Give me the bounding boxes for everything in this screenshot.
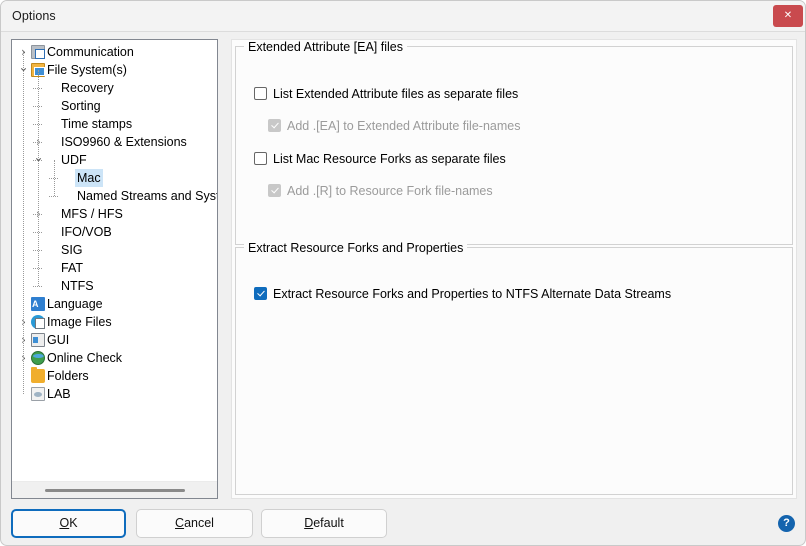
- globe-icon: [31, 351, 45, 365]
- default-accel: D: [304, 516, 314, 530]
- tree-guide-line: [23, 52, 24, 394]
- ok-rest: K: [69, 516, 78, 530]
- tree-item-communication[interactable]: › Communication: [12, 43, 217, 61]
- extract-resource-forks-group: Extract Resource Forks and Properties Ex…: [235, 241, 793, 495]
- extended-attribute-files-group: Extended Attribute [EA] files List Exten…: [235, 40, 793, 245]
- tree-item-fat[interactable]: FAT: [12, 259, 217, 277]
- tree-item-label: GUI: [47, 333, 70, 347]
- tree-item-label: Recovery: [61, 81, 114, 95]
- checkbox-label: List Mac Resource Forks as separate file…: [273, 152, 506, 166]
- checkbox[interactable]: [254, 87, 267, 100]
- tree-item-recovery[interactable]: Recovery: [12, 79, 217, 97]
- tree-item-label: Mac: [75, 169, 103, 187]
- checkbox-label: Add .[R] to Resource Fork file-names: [287, 184, 493, 198]
- tree-item-ifo-vob[interactable]: IFO/VOB: [12, 223, 217, 241]
- tree-item-folders[interactable]: Folders: [12, 367, 217, 385]
- help-button[interactable]: ?: [778, 515, 795, 532]
- options-dialog: Options ✕ › Communication ⌄ File System(s) R…: [0, 0, 806, 546]
- tree-item-label: LAB: [47, 387, 71, 401]
- ok-button[interactable]: OK: [11, 509, 126, 538]
- tree-item-udf[interactable]: ⌄ UDF: [12, 151, 217, 169]
- cancel-button[interactable]: Cancel: [136, 509, 253, 538]
- tree-item-online-check[interactable]: › Online Check: [12, 349, 217, 367]
- tree-item-label: IFO/VOB: [61, 225, 112, 239]
- tree-item-label: Sorting: [61, 99, 101, 113]
- window-title: Options: [12, 9, 56, 23]
- group-title-ea: Extended Attribute [EA] files: [244, 40, 407, 54]
- checkbox: [268, 119, 281, 132]
- checkbox[interactable]: [254, 152, 267, 165]
- tree-item-time-stamps[interactable]: Time stamps: [12, 115, 217, 133]
- cancel-accel: C: [175, 516, 185, 530]
- tree-item-label: Language: [47, 297, 103, 311]
- tree-item-language[interactable]: Language: [12, 295, 217, 313]
- tree-item-label: Named Streams and System: [77, 189, 217, 203]
- default-rest: efault: [313, 516, 344, 530]
- tree-item-label: Image Files: [47, 315, 112, 329]
- question-mark-icon: ?: [783, 517, 790, 529]
- tree-item-gui[interactable]: › GUI: [12, 331, 217, 349]
- tree-item-named-streams-and-system[interactable]: Named Streams and System: [12, 187, 217, 205]
- tree-item-file-system-s[interactable]: ⌄ File System(s): [12, 61, 217, 79]
- cancel-rest: ancel: [184, 516, 214, 530]
- tree-item-image-files[interactable]: › Image Files: [12, 313, 217, 331]
- language-icon: [31, 295, 45, 313]
- checkbox-label: Add .[EA] to Extended Attribute file-nam…: [287, 119, 521, 133]
- checkbox: [268, 184, 281, 197]
- group-title-extract: Extract Resource Forks and Properties: [244, 241, 468, 255]
- checkbox-label: Extract Resource Forks and Properties to…: [273, 287, 672, 301]
- tree-item-label: ISO9960 & Extensions: [61, 135, 187, 149]
- tree-item-ntfs[interactable]: NTFS: [12, 277, 217, 295]
- tree-horizontal-scrollbar[interactable]: [12, 481, 217, 498]
- gui-icon: [31, 333, 45, 347]
- tree-guide-line: [54, 160, 55, 196]
- tree-item-mfs-hfs[interactable]: › MFS / HFS: [12, 205, 217, 223]
- tree-item-label: File System(s): [47, 63, 127, 77]
- tree-connector: [49, 196, 58, 197]
- tree-item-sig[interactable]: SIG: [12, 241, 217, 259]
- close-button[interactable]: ✕: [773, 5, 803, 27]
- ok-accel: O: [59, 516, 70, 530]
- communication-icon: [31, 45, 45, 59]
- close-icon: ✕: [783, 10, 793, 21]
- tree-item-lab[interactable]: LAB: [12, 385, 217, 403]
- default-button[interactable]: Default: [261, 509, 387, 538]
- image-files-icon: [31, 315, 45, 329]
- tree-item-label: MFS / HFS: [61, 207, 123, 221]
- tree-rows: › Communication ⌄ File System(s) Recovery Sor…: [12, 40, 217, 403]
- tree-item-sorting[interactable]: Sorting: [12, 97, 217, 115]
- tree-item-iso9960-extensions[interactable]: › ISO9960 & Extensions: [12, 133, 217, 151]
- tree-item-label: Time stamps: [61, 117, 133, 131]
- tree-item-label: UDF: [61, 153, 87, 167]
- tree-item-mac[interactable]: Mac: [12, 169, 217, 187]
- folder-icon: [31, 367, 45, 383]
- lab-icon: [31, 387, 45, 401]
- tree-item-label: SIG: [61, 243, 83, 257]
- tree-item-label: Folders: [47, 369, 89, 383]
- title-bar: Options ✕: [1, 1, 805, 32]
- settings-content-panel: Extended Attribute [EA] files List Exten…: [231, 39, 797, 499]
- tree-item-label: Online Check: [47, 351, 123, 365]
- tree-connector: [33, 286, 42, 287]
- tree-item-label: FAT: [61, 261, 83, 275]
- tree-item-label: Communication: [47, 45, 134, 59]
- tree-scroll-area: › Communication ⌄ File System(s) Recovery Sor…: [12, 40, 217, 480]
- checkbox[interactable]: [254, 287, 267, 300]
- settings-tree-panel[interactable]: › Communication ⌄ File System(s) Recovery Sor…: [11, 39, 218, 499]
- scrollbar-thumb[interactable]: [45, 489, 185, 492]
- tree-item-label: NTFS: [61, 279, 94, 293]
- checkbox-label: List Extended Attribute files as separat…: [273, 87, 519, 101]
- tree-guide-line: [38, 70, 39, 286]
